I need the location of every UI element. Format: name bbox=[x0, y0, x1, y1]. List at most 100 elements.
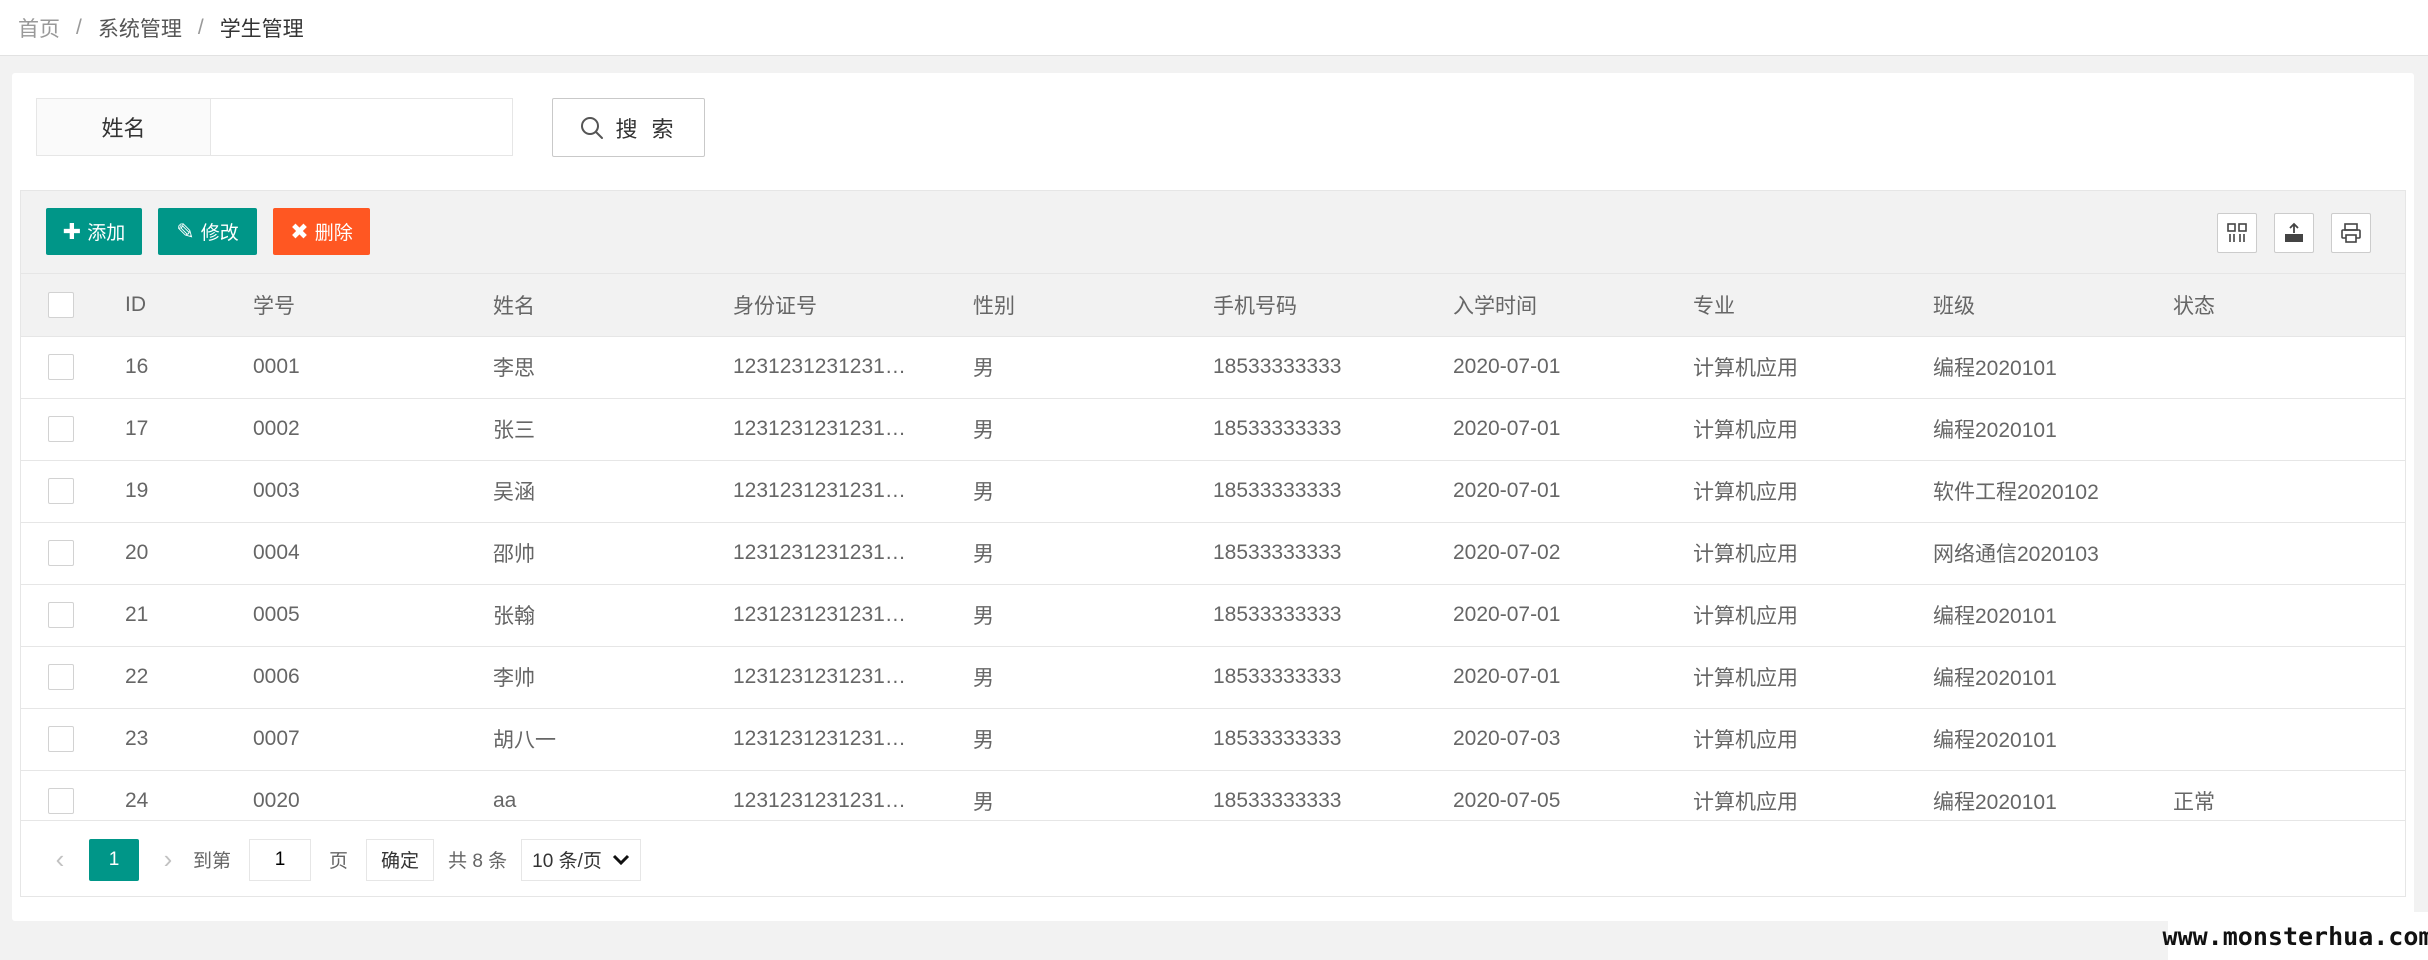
cell-gender: 男 bbox=[973, 419, 994, 442]
col-header-id[interactable]: ID bbox=[125, 274, 253, 336]
cell-student-no: 0006 bbox=[253, 665, 300, 688]
cell-phone: 18533333333 bbox=[1213, 665, 1342, 688]
plus-icon: ✚ bbox=[62, 218, 82, 244]
current-page-button[interactable]: 1 bbox=[89, 838, 139, 881]
cell-gender: 男 bbox=[973, 481, 994, 504]
page-size-value: 10 条/页 bbox=[532, 851, 602, 872]
cell-name: 张三 bbox=[493, 419, 535, 442]
columns-icon bbox=[2227, 223, 2247, 242]
row-checkbox-cell bbox=[21, 460, 125, 522]
cell-enroll-date: 2020-07-01 bbox=[1453, 355, 1561, 378]
col-header-id-card[interactable]: 身份证号 bbox=[733, 274, 973, 336]
cell-class: 网络通信2020103 bbox=[1933, 543, 2099, 566]
table-row[interactable]: 22 0006 李帅 1231231231231… 男 18533333333 … bbox=[21, 646, 2405, 708]
cell-id-card: 1231231231231… bbox=[733, 541, 906, 564]
prev-page-icon[interactable]: ‹ bbox=[45, 844, 75, 875]
cell-name: 吴涵 bbox=[493, 481, 535, 504]
row-checkbox[interactable] bbox=[48, 602, 74, 628]
col-header-gender[interactable]: 性别 bbox=[973, 274, 1213, 336]
cell-enroll-date: 2020-07-01 bbox=[1453, 665, 1561, 688]
col-header-phone[interactable]: 手机号码 bbox=[1213, 274, 1453, 336]
row-checkbox[interactable] bbox=[48, 788, 74, 815]
table-row[interactable]: 20 0004 邵帅 1231231231231… 男 18533333333 … bbox=[21, 522, 2405, 584]
cell-id: 22 bbox=[125, 665, 149, 688]
export-icon bbox=[2285, 222, 2303, 242]
search-name-input[interactable] bbox=[210, 98, 513, 156]
search-icon bbox=[581, 116, 604, 139]
breadcrumb: 首页 / 系统管理 / 学生管理 bbox=[0, 0, 2428, 56]
cell-name: 李思 bbox=[493, 357, 535, 380]
data-table: ID 学号 姓名 身份证号 性别 手机号码 入学时间 专业 班级 状态 16 0… bbox=[21, 274, 2405, 832]
export-button[interactable] bbox=[2274, 213, 2314, 253]
breadcrumb-separator: / bbox=[197, 15, 204, 39]
cell-student-no: 0001 bbox=[253, 355, 300, 378]
col-header-enroll-date[interactable]: 入学时间 bbox=[1453, 274, 1693, 336]
table-row[interactable]: 17 0002 张三 1231231231231… 男 18533333333 … bbox=[21, 398, 2405, 460]
add-button[interactable]: ✚ 添加 bbox=[46, 208, 142, 255]
row-checkbox[interactable] bbox=[48, 664, 74, 690]
cell-name: 张翰 bbox=[493, 605, 535, 628]
cell-major: 计算机应用 bbox=[1693, 667, 1798, 690]
table-row[interactable]: 23 0007 胡八一 1231231231231… 男 18533333333… bbox=[21, 708, 2405, 770]
cell-gender: 男 bbox=[973, 667, 994, 690]
col-header-student-no[interactable]: 学号 bbox=[253, 274, 493, 336]
cell-id-card: 1231231231231… bbox=[733, 417, 906, 440]
cell-status bbox=[2173, 398, 2405, 460]
page-size-select[interactable]: 10 条/页 bbox=[521, 838, 642, 881]
next-page-icon[interactable]: › bbox=[153, 844, 183, 875]
row-checkbox[interactable] bbox=[48, 354, 74, 380]
cell-enroll-date: 2020-07-01 bbox=[1453, 603, 1561, 626]
cell-id: 16 bbox=[125, 355, 149, 378]
cell-status bbox=[2173, 460, 2405, 522]
row-checkbox[interactable] bbox=[48, 478, 74, 504]
columns-filter-button[interactable] bbox=[2217, 213, 2257, 253]
row-checkbox-cell bbox=[21, 336, 125, 398]
close-icon: ✖ bbox=[290, 218, 309, 244]
row-checkbox[interactable] bbox=[48, 726, 74, 752]
cell-status bbox=[2173, 584, 2405, 646]
cell-major: 计算机应用 bbox=[1693, 729, 1798, 752]
row-checkbox[interactable] bbox=[48, 540, 74, 566]
row-checkbox-cell bbox=[21, 398, 125, 460]
row-checkbox[interactable] bbox=[48, 416, 74, 442]
cell-id-card: 1231231231231… bbox=[733, 727, 906, 750]
cell-name: 邵帅 bbox=[493, 543, 535, 566]
cell-class: 编程2020101 bbox=[1933, 729, 2057, 752]
goto-page-input[interactable] bbox=[249, 838, 312, 881]
chevron-down-icon bbox=[613, 854, 630, 865]
search-button[interactable]: 搜 索 bbox=[552, 98, 705, 157]
goto-confirm-button[interactable]: 确定 bbox=[366, 838, 435, 881]
cell-class: 软件工程2020102 bbox=[1933, 481, 2099, 504]
cell-gender: 男 bbox=[973, 357, 994, 380]
cell-id: 21 bbox=[125, 603, 149, 626]
student-table: ✚ 添加 ✎ 修改 ✖ 删除 ID 学号 姓名 身份证号 性别 手机号码 入学时… bbox=[20, 190, 2406, 897]
table-row[interactable]: 19 0003 吴涵 1231231231231… 男 18533333333 … bbox=[21, 460, 2405, 522]
delete-button-label: 删除 bbox=[314, 223, 353, 244]
table-row[interactable]: 16 0001 李思 1231231231231… 男 18533333333 … bbox=[21, 336, 2405, 398]
breadcrumb-system[interactable]: 系统管理 bbox=[98, 13, 182, 43]
cell-id: 23 bbox=[125, 727, 149, 750]
table-row[interactable]: 21 0005 张翰 1231231231231… 男 18533333333 … bbox=[21, 584, 2405, 646]
goto-suffix-label: 页 bbox=[329, 851, 349, 872]
search-button-label: 搜 索 bbox=[615, 116, 678, 142]
table-header-row: ID 学号 姓名 身份证号 性别 手机号码 入学时间 专业 班级 状态 bbox=[21, 274, 2405, 336]
delete-button[interactable]: ✖ 删除 bbox=[273, 208, 370, 255]
col-header-status[interactable]: 状态 bbox=[2173, 274, 2405, 336]
pencil-icon: ✎ bbox=[176, 218, 195, 244]
cell-student-no: 0003 bbox=[253, 479, 300, 502]
breadcrumb-home[interactable]: 首页 bbox=[18, 13, 60, 43]
col-header-name[interactable]: 姓名 bbox=[493, 274, 733, 336]
cell-enroll-date: 2020-07-03 bbox=[1453, 727, 1561, 750]
cell-name: 李帅 bbox=[493, 667, 535, 690]
col-header-major[interactable]: 专业 bbox=[1693, 274, 1933, 336]
print-button[interactable] bbox=[2331, 213, 2371, 253]
search-name-label: 姓名 bbox=[36, 98, 211, 156]
edit-button[interactable]: ✎ 修改 bbox=[158, 208, 257, 255]
cell-id-card: 1231231231231… bbox=[733, 603, 906, 626]
cell-status bbox=[2173, 646, 2405, 708]
cell-gender: 男 bbox=[973, 605, 994, 628]
cell-class: 编程2020101 bbox=[1933, 419, 2057, 442]
cell-id: 19 bbox=[125, 479, 149, 502]
col-header-class[interactable]: 班级 bbox=[1933, 274, 2173, 336]
select-all-checkbox[interactable] bbox=[48, 291, 74, 318]
